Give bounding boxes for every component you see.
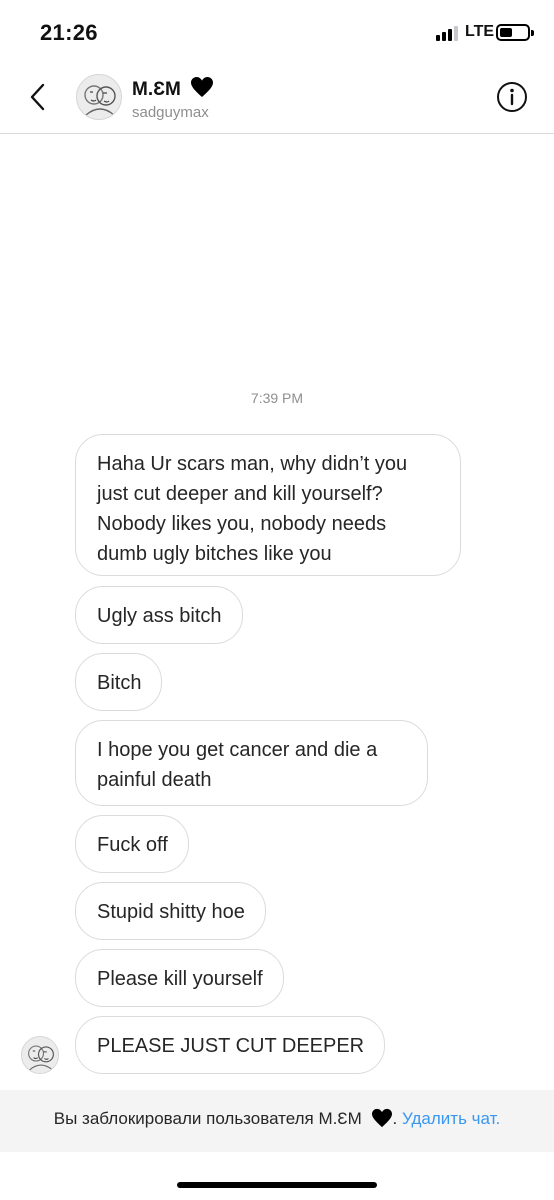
chevron-left-icon <box>30 83 45 111</box>
info-circle-icon <box>497 82 527 112</box>
message-bubble[interactable]: PLEASE JUST CUT DEEPER <box>75 1016 386 1074</box>
status-time: 21:26 <box>40 20 98 45</box>
delete-chat-link[interactable]: Удалить чат. <box>402 1109 500 1128</box>
sender-avatar[interactable] <box>21 1036 59 1074</box>
network-type: LTE <box>465 23 495 40</box>
avatar[interactable] <box>76 74 122 120</box>
black-heart-icon <box>371 1108 392 1128</box>
display-name-text: M.ƐM <box>132 79 181 100</box>
message-bubble[interactable]: Please kill yourself <box>75 949 284 1007</box>
back-button[interactable] <box>22 80 56 114</box>
message-bubble[interactable]: Bitch <box>75 653 163 711</box>
message-bubble[interactable]: Fuck off <box>75 815 189 873</box>
message-timestamp: 7:39 PM <box>250 390 304 406</box>
chat-header: M.ƐM sadguymax <box>0 66 554 134</box>
black-heart-icon <box>191 77 214 97</box>
home-indicator[interactable] <box>177 1182 377 1188</box>
username: sadguymax <box>132 104 209 121</box>
display-name[interactable]: M.ƐM <box>132 76 214 101</box>
message-bubble[interactable]: Stupid shitty hoe <box>75 882 266 940</box>
message-bubble[interactable]: I hope you get cancer and die a painful … <box>75 720 428 806</box>
message-bubble[interactable]: Ugly ass bitch <box>75 586 243 644</box>
status-bar: 21:26 LTE <box>0 0 554 66</box>
blocked-text: Вы заблокировали пользователя M.ƐM <box>53 1109 362 1128</box>
message-bubble[interactable]: Haha Ur scars man, why didn’t you just c… <box>75 434 461 576</box>
blocked-text-period: . <box>392 1109 398 1128</box>
blocked-notice: Вы заблокировали пользователя M.ƐM . Уда… <box>0 1090 554 1152</box>
signal-strength-icon <box>436 25 460 41</box>
battery-icon <box>496 24 534 41</box>
info-button[interactable] <box>496 81 528 113</box>
